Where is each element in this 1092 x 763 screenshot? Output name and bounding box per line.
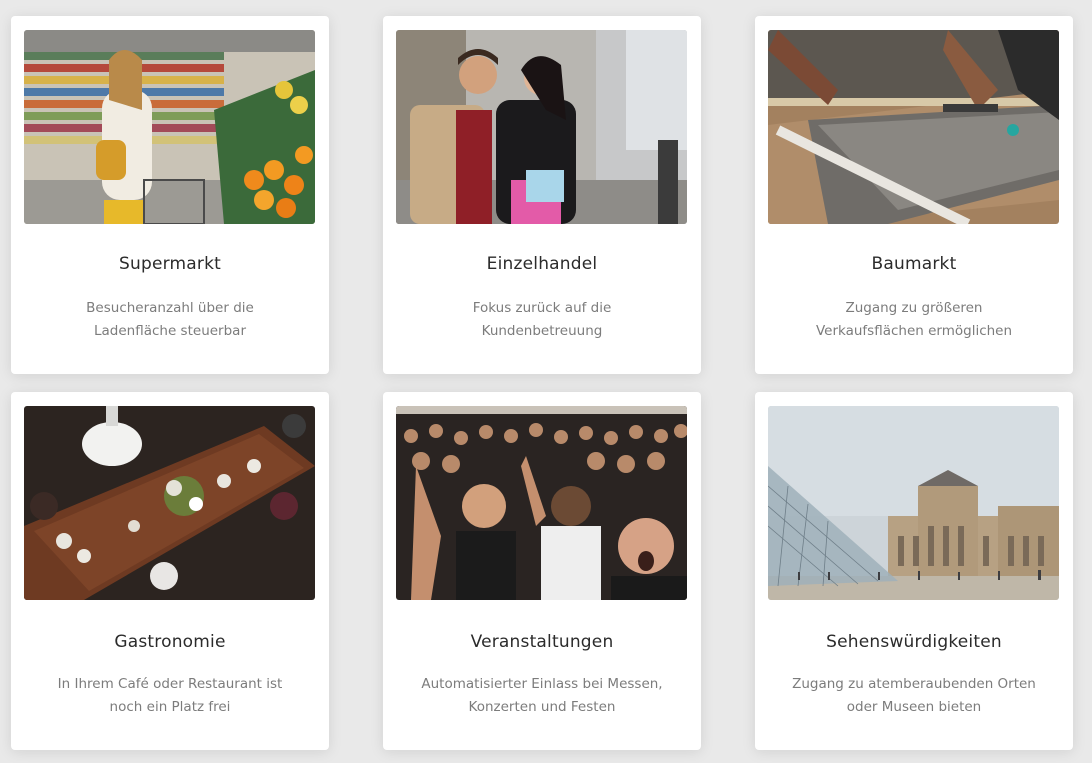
card-description: Fokus zurück auf die Kundenbetreuung [417, 297, 667, 343]
card-description-line: In Ihrem Café oder Restaurant ist [57, 676, 283, 692]
card-description-line: Zugang zu größeren [845, 300, 983, 316]
card-baumarkt[interactable]: Baumarkt Zugang zu größeren Verkaufsfläc… [755, 16, 1073, 374]
louvre-photo [768, 406, 1059, 600]
card-description-line: Kundenbetreuung [481, 323, 603, 339]
card-supermarkt[interactable]: Supermarkt Besucheranzahl über die Laden… [11, 16, 329, 374]
card-description-line: Ladenfläche steuerbar [93, 323, 246, 339]
hardware-store-photo [768, 30, 1059, 224]
card-description-line: oder Museen bieten [846, 699, 982, 715]
card-description-line: Verkaufsflächen ermöglichen [815, 323, 1013, 339]
card-title: Veranstaltungen [470, 632, 614, 652]
card-title: Gastronomie [114, 632, 226, 652]
card-title: Supermarkt [119, 254, 221, 274]
card-description-line: Zugang zu atemberaubenden Orten [792, 676, 1036, 692]
card-description: In Ihrem Café oder Restaurant ist noch e… [45, 673, 295, 719]
card-title: Baumarkt [871, 254, 957, 274]
card-sehenswuerdigkeiten[interactable]: Sehenswürdigkeiten Zugang zu atemberaube… [755, 392, 1073, 750]
card-description-line: Fokus zurück auf die [472, 300, 612, 316]
card-description-line: Besucheranzahl über die [86, 300, 254, 316]
card-description: Automatisierter Einlass bei Messen, Konz… [417, 673, 667, 719]
card-gastronomie[interactable]: Gastronomie In Ihrem Café oder Restauran… [11, 392, 329, 750]
card-title: Sehenswürdigkeiten [826, 632, 1002, 652]
restaurant-photo [24, 406, 315, 600]
retail-photo [396, 30, 687, 224]
card-description: Besucheranzahl über die Ladenfläche steu… [45, 297, 295, 343]
card-description: Zugang zu atemberaubenden Orten oder Mus… [789, 673, 1039, 719]
concert-crowd-photo [396, 406, 687, 600]
supermarket-photo [24, 30, 315, 224]
card-description-line: Konzerten und Festen [468, 699, 616, 715]
card-description-line: Automatisierter Einlass bei Messen, [421, 676, 663, 692]
card-description-line: noch ein Platz frei [109, 699, 231, 715]
card-title: Einzelhandel [486, 254, 598, 274]
card-einzelhandel[interactable]: Einzelhandel Fokus zurück auf die Kunden… [383, 16, 701, 374]
card-description: Zugang zu größeren Verkaufsflächen ermög… [789, 297, 1039, 343]
card-veranstaltungen[interactable]: Veranstaltungen Automatisierter Einlass … [383, 392, 701, 750]
